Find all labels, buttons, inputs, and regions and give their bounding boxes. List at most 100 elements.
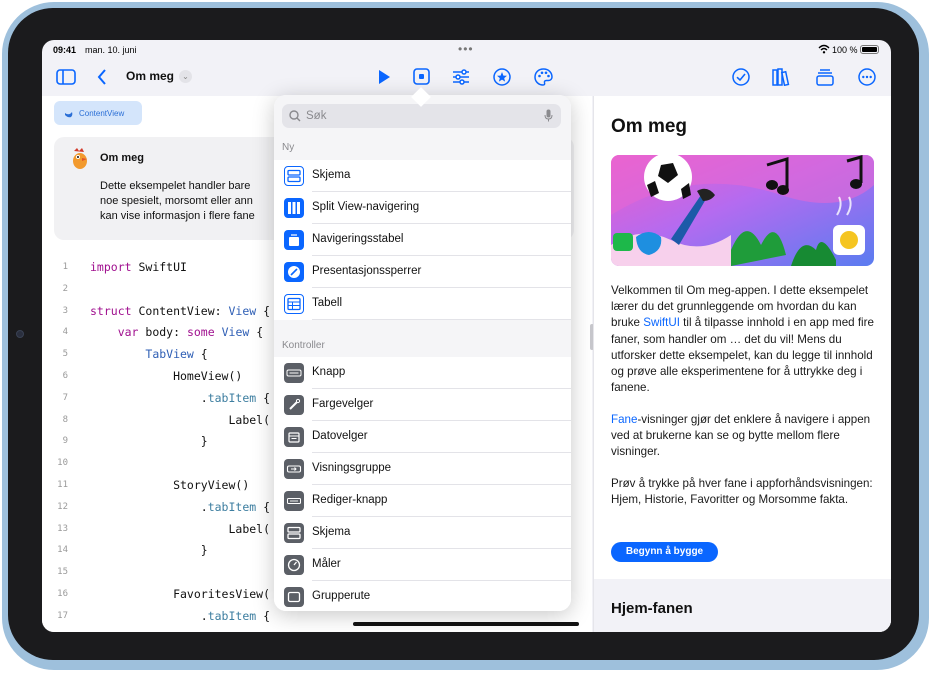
- line-number: 2: [62, 283, 68, 294]
- popover-item-label: Fargevelger: [312, 398, 374, 410]
- date-picker-icon: [284, 427, 304, 447]
- presentation-icon: [284, 262, 304, 282]
- battery-icon: [860, 45, 879, 54]
- checkmark-circle-icon[interactable]: [732, 68, 750, 86]
- code-text[interactable]: import SwiftUI: [90, 260, 187, 274]
- multitasking-dots-icon[interactable]: •••: [458, 42, 474, 56]
- code-text[interactable]: }: [90, 434, 208, 448]
- line-number: 1: [62, 262, 68, 272]
- popover-item[interactable]: Visningsgruppe: [274, 453, 571, 485]
- code-text[interactable]: FavoritesView(: [90, 587, 270, 601]
- code-text[interactable]: .tabItem {: [90, 609, 270, 623]
- start-building-button[interactable]: Begynn å bygge: [611, 542, 718, 562]
- camera: [16, 330, 24, 338]
- popover-item[interactable]: Tabell: [274, 288, 571, 320]
- back-chevron-icon[interactable]: [97, 68, 107, 86]
- palette-icon[interactable]: [534, 68, 553, 86]
- preview-title: Om meg: [611, 116, 688, 137]
- popover-item-label: Skjema: [312, 169, 351, 181]
- code-text[interactable]: var body: some View {: [90, 325, 263, 339]
- line-number: 7: [62, 392, 68, 403]
- star-icon[interactable]: [493, 68, 511, 86]
- popover-item-label: Datovelger: [312, 430, 368, 442]
- line-number: 4: [62, 327, 68, 338]
- code-text[interactable]: HomeView(): [90, 369, 242, 383]
- sidebar-icon[interactable]: [56, 69, 76, 85]
- fane-link[interactable]: Fane: [611, 413, 637, 426]
- popover-item[interactable]: Navigeringsstabel: [274, 224, 571, 256]
- popover-item[interactable]: Fargevelger: [274, 389, 571, 421]
- gauge-icon: [284, 555, 304, 575]
- popover-item[interactable]: Grupperute: [274, 581, 571, 611]
- navigation-stack-icon: [284, 230, 304, 250]
- code-text[interactable]: struct ContentView: View {: [90, 304, 270, 318]
- swift-icon: [65, 111, 73, 117]
- intro-paragraph: Velkommen til Om meg-appen. I dette ekse…: [611, 283, 886, 396]
- wifi-icon: [818, 44, 830, 54]
- library-icon[interactable]: [772, 68, 792, 86]
- microphone-icon[interactable]: [544, 109, 553, 122]
- code-text[interactable]: .tabItem {: [90, 391, 270, 405]
- line-number: 14: [57, 545, 68, 556]
- code-text[interactable]: .tabItem {: [90, 500, 270, 514]
- popover-item[interactable]: Split View-navigering: [274, 192, 571, 224]
- search-placeholder: Søk: [306, 110, 327, 122]
- form-icon: [284, 166, 304, 186]
- file-chip-label: ContentView: [79, 108, 125, 118]
- toolbar: Om meg ⌄: [42, 60, 891, 96]
- screen: 09:41 man. 10. juni ••• 100 % Om meg ⌄ C…: [42, 40, 891, 632]
- file-chip[interactable]: ContentView: [54, 101, 142, 125]
- section-new-label: Ny: [282, 142, 295, 153]
- line-number: 6: [62, 371, 68, 381]
- tabs-text: -visninger gjør det enklere å navigere i…: [611, 413, 871, 459]
- code-text[interactable]: Label(: [90, 522, 270, 536]
- title-menu-chevron-icon[interactable]: ⌄: [179, 70, 192, 83]
- view-group-icon: [284, 459, 304, 479]
- code-text[interactable]: }: [90, 543, 208, 557]
- popover-item[interactable]: Knapp: [274, 357, 571, 389]
- search-input[interactable]: Søk: [282, 104, 561, 128]
- document-title[interactable]: Om meg: [126, 69, 174, 83]
- button-icon: [284, 363, 304, 383]
- table-icon: [284, 294, 304, 314]
- line-number: 11: [57, 480, 68, 490]
- popover-item[interactable]: Datovelger: [274, 421, 571, 453]
- popover-item-label: Knapp: [312, 366, 346, 378]
- hero-illustration: [611, 155, 874, 266]
- split-view-icon: [284, 198, 304, 218]
- popover-item-label: Måler: [312, 558, 341, 570]
- line-number: 13: [57, 523, 68, 534]
- popover-item[interactable]: Rediger-knapp: [274, 485, 571, 517]
- line-number: 5: [62, 349, 68, 360]
- popover-item-label: Grupperute: [312, 590, 371, 602]
- code-text[interactable]: TabView {: [90, 347, 207, 361]
- settings-sliders-icon[interactable]: [452, 69, 470, 85]
- group-box-icon: [284, 587, 304, 607]
- code-text[interactable]: Label(: [90, 413, 270, 427]
- tabs-paragraph: Fane-visninger gjør det enklere å navige…: [611, 412, 886, 461]
- popover-item-label: Skjema: [312, 526, 351, 538]
- form-icon: [284, 523, 304, 543]
- battery-percent: 100 %: [832, 45, 858, 55]
- library-popover: Søk Ny Kontroller Skjema Split View-navig…: [274, 95, 571, 611]
- popover-item[interactable]: Skjema: [274, 160, 571, 192]
- status-bar: 09:41 man. 10. juni ••• 100 %: [42, 40, 891, 60]
- preview-icon[interactable]: [413, 68, 430, 85]
- note-text-line: kan vise informasjon i flere fane: [100, 210, 255, 222]
- popover-item-label: Rediger-knapp: [312, 494, 388, 506]
- note-title: Om meg: [100, 152, 145, 164]
- popover-item[interactable]: Måler: [274, 549, 571, 581]
- note-text: Dette eksempelet handler bare noe spesie…: [100, 179, 300, 224]
- code-text[interactable]: StoryView(): [90, 478, 249, 492]
- play-icon[interactable]: [377, 69, 391, 85]
- line-number: 17: [57, 610, 68, 621]
- popover-list[interactable]: Ny Kontroller Skjema Split View-navigerin…: [274, 136, 571, 611]
- more-icon[interactable]: [858, 68, 876, 86]
- stack-icon[interactable]: [816, 68, 834, 86]
- home-indicator[interactable]: [353, 622, 579, 626]
- popover-item[interactable]: Skjema: [274, 517, 571, 549]
- popover-item[interactable]: Presentasjonssperrer: [274, 256, 571, 288]
- status-date: man. 10. juni: [85, 45, 137, 55]
- line-number: 9: [62, 436, 68, 447]
- swiftui-link[interactable]: SwiftUI: [643, 316, 680, 329]
